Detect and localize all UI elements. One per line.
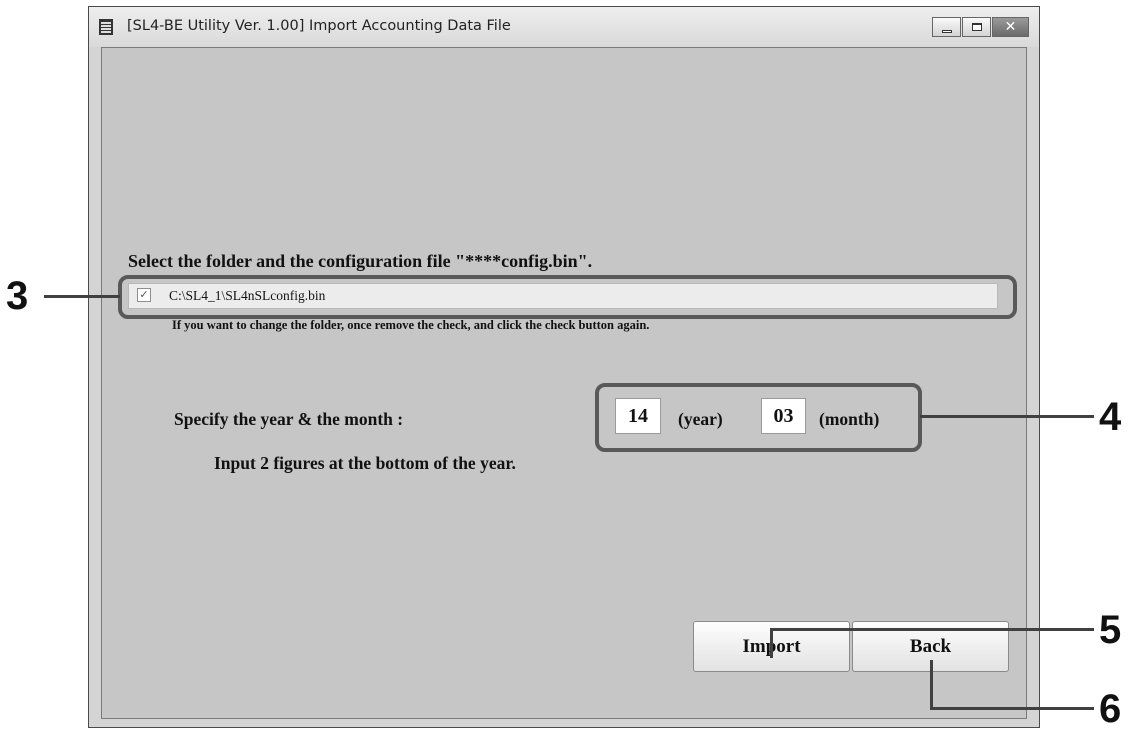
callout-5-leader-v (770, 628, 773, 658)
app-window: [SL4-BE Utility Ver. 1.00] Import Accoun… (88, 6, 1040, 728)
callout-3-leader (44, 295, 120, 298)
maximize-button[interactable] (962, 17, 991, 37)
window-controls: ✕ (932, 17, 1029, 37)
app-icon (99, 19, 113, 35)
close-button[interactable]: ✕ (992, 17, 1029, 37)
callout-6-number: 6 (1099, 687, 1122, 731)
close-icon: ✕ (1004, 19, 1017, 35)
select-folder-label: Select the folder and the configuration … (128, 251, 593, 271)
callout-4-number: 4 (1099, 395, 1122, 439)
maximize-icon (971, 23, 982, 31)
window-title: [SL4-BE Utility Ver. 1.00] Import Accoun… (127, 18, 511, 34)
callout-5-leader-h (770, 628, 1094, 631)
callout-6-leader-v (930, 660, 933, 710)
minimize-icon (941, 29, 952, 33)
minimize-button[interactable] (932, 17, 961, 37)
callout-4-highlight (595, 383, 922, 452)
callout-6-leader-h (930, 707, 1094, 710)
callout-4-leader (920, 415, 1094, 418)
callout-5-number: 5 (1099, 608, 1122, 652)
specify-date-label: Specify the year & the month : (174, 409, 404, 429)
title-bar[interactable]: [SL4-BE Utility Ver. 1.00] Import Accoun… (89, 7, 1039, 47)
folder-help-text: If you want to change the folder, once r… (172, 318, 650, 332)
callout-3-number: 3 (6, 274, 29, 318)
year-input-note: Input 2 figures at the bottom of the yea… (214, 453, 516, 473)
callout-3-highlight (118, 275, 1017, 319)
